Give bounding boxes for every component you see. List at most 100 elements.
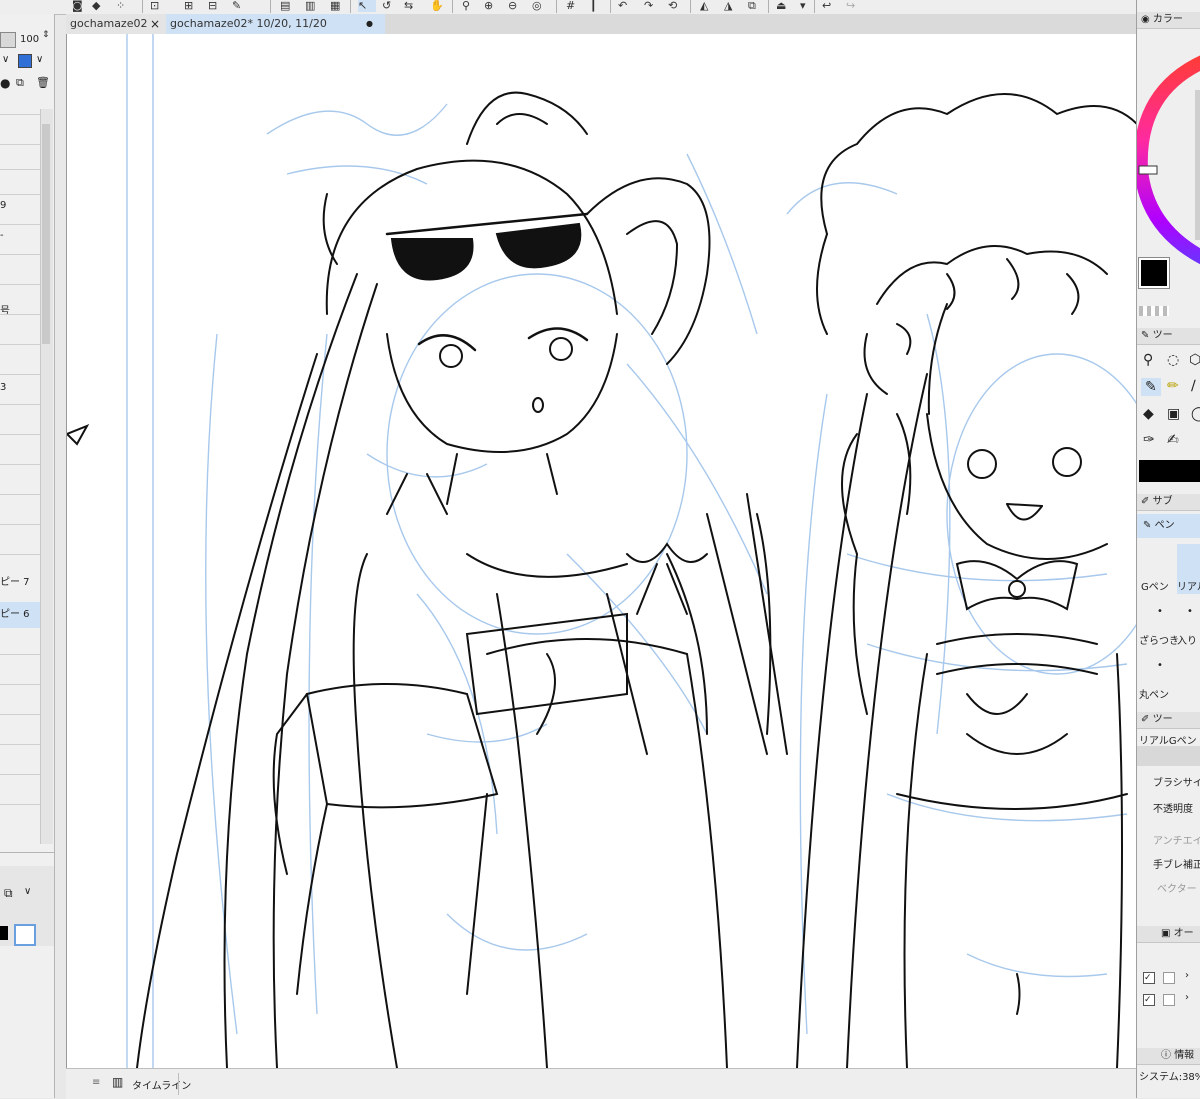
move-icon[interactable]: ⇆ bbox=[404, 0, 413, 12]
object-tool-icon[interactable]: ⬡ bbox=[1189, 352, 1200, 368]
layer-item-label: ピー 6 bbox=[0, 609, 30, 620]
flip-vertical-icon[interactable]: ◮ bbox=[724, 0, 732, 12]
selection-icon[interactable]: ⁘ bbox=[116, 0, 125, 12]
chevron-down-icon[interactable]: ∨ bbox=[24, 886, 31, 897]
property-opacity[interactable]: 不透明度 bbox=[1153, 800, 1193, 815]
rotate-left-icon[interactable]: ↶ bbox=[618, 0, 627, 12]
hand-icon[interactable]: ✋ bbox=[430, 0, 444, 12]
info-header[interactable]: ⓘ 情報 bbox=[1137, 1048, 1200, 1065]
layer-new-icon[interactable]: ▤ bbox=[280, 0, 290, 12]
main-color-swatch[interactable] bbox=[1138, 257, 1170, 289]
chevron-down-icon[interactable]: ∨ bbox=[36, 54, 43, 65]
pencil-tool-icon[interactable]: ✏ bbox=[1167, 378, 1179, 394]
color-wheel[interactable] bbox=[1137, 30, 1200, 270]
tool-property-header[interactable]: ✐ ツー bbox=[1137, 712, 1200, 729]
mirror-icon[interactable]: ⧉ bbox=[748, 0, 756, 12]
brush-rough[interactable]: ざらつき bbox=[1139, 632, 1179, 647]
brush-round-pen[interactable]: 丸ペン bbox=[1139, 686, 1169, 701]
layer-color-swatch[interactable] bbox=[18, 54, 32, 68]
brush-icon: ✐ bbox=[1141, 496, 1150, 507]
chevron-down-icon[interactable]: ∨ bbox=[2, 54, 9, 65]
layer-icon[interactable]: ◙ bbox=[72, 0, 83, 12]
close-icon[interactable]: × bbox=[150, 14, 160, 34]
zoom-in-icon[interactable]: ⊕ bbox=[484, 0, 493, 12]
layer-scrollbar-thumb[interactable] bbox=[42, 124, 50, 344]
fill-tool-icon[interactable]: ◆ bbox=[1143, 406, 1154, 422]
crop-icon[interactable]: ⊡ bbox=[150, 0, 159, 12]
modified-dot-icon: ● bbox=[366, 19, 373, 28]
property-brush-size[interactable]: ブラシサイ bbox=[1153, 774, 1200, 789]
flip-horizontal-icon[interactable]: ◭ bbox=[700, 0, 708, 12]
redo-icon[interactable]: ↪ bbox=[846, 0, 855, 12]
correction-tool-icon[interactable]: ✍ bbox=[1167, 432, 1179, 448]
auto-action-header[interactable]: ▣ オー bbox=[1137, 926, 1200, 943]
tab-gochamaze02-active[interactable]: gochamaze02* 10/20, 11/20 bbox=[166, 14, 385, 34]
auto-action-checkbox[interactable]: ✓ bbox=[1143, 994, 1155, 1006]
gradient-tool-icon[interactable]: ▣ bbox=[1167, 406, 1180, 422]
auto-action-toggle[interactable] bbox=[1163, 972, 1175, 984]
rotate-right-icon[interactable]: ↷ bbox=[644, 0, 653, 12]
opacity-stepper-icon[interactable]: ⇕ bbox=[42, 30, 50, 40]
tool-header[interactable]: ✎ ツー bbox=[1137, 328, 1200, 345]
select-tool-icon[interactable]: ↖ bbox=[358, 0, 376, 12]
layer-dash: - bbox=[0, 230, 4, 241]
info-icon: ⓘ bbox=[1161, 1050, 1171, 1061]
zoom-out-icon[interactable]: ⊖ bbox=[508, 0, 517, 12]
brush-tool-icon[interactable]: ∕ bbox=[1191, 378, 1196, 394]
eyedropper-tool-icon[interactable]: ✑ bbox=[1143, 432, 1155, 448]
grid-icon[interactable]: # bbox=[566, 0, 575, 12]
property-antialias[interactable]: アンチエイ bbox=[1153, 832, 1200, 847]
lasso-icon[interactable]: ↺ bbox=[382, 0, 391, 12]
layer-copy-icon[interactable]: ▥ bbox=[305, 0, 315, 12]
zoom-icon[interactable]: ⚲ bbox=[462, 0, 470, 12]
property-stabilization[interactable]: 手ブレ補正 bbox=[1153, 856, 1200, 871]
pen-tool-icon[interactable]: ✎ bbox=[1141, 378, 1161, 396]
property-vector[interactable]: ベクター bbox=[1157, 880, 1197, 895]
main-color-mini[interactable] bbox=[0, 926, 8, 940]
sub-color-mini[interactable] bbox=[14, 924, 36, 946]
transparent-color-swatch[interactable] bbox=[1139, 306, 1169, 316]
chevron-right-icon[interactable]: › bbox=[1185, 970, 1189, 981]
stamp-icon[interactable]: ⏏ bbox=[776, 0, 786, 12]
layer-number: 9 bbox=[0, 200, 7, 211]
brush-g-pen[interactable]: Gペン bbox=[1141, 578, 1169, 593]
right-panel: ◉ カラー ✎ ツー ⚲ ◌ ⬡ ✎ ✏ ∕ ◆ ▣ ◯ ✑ ✍ ✐ サブ ✎ bbox=[1136, 0, 1200, 1098]
opacity-slider[interactable] bbox=[0, 32, 16, 48]
brush-taper[interactable]: 入り bbox=[1177, 632, 1197, 647]
transform-icon[interactable]: ⊞ bbox=[184, 0, 193, 12]
new-layer-icon[interactable]: ⧉ bbox=[16, 76, 24, 90]
layer-view-icon[interactable]: ⧉ bbox=[4, 886, 13, 901]
menu-icon[interactable]: ≡ bbox=[92, 1077, 100, 1088]
fill-icon[interactable]: ◆ bbox=[92, 0, 100, 12]
auto-action-header-label: オー bbox=[1173, 928, 1194, 939]
opacity-value[interactable]: 100 bbox=[20, 34, 39, 45]
figure-tool-icon[interactable]: ◯ bbox=[1191, 406, 1200, 422]
timeline-tab[interactable]: タイムライン bbox=[132, 1077, 191, 1092]
sub-tool-header[interactable]: ✐ サブ bbox=[1137, 494, 1200, 511]
ruler-icon[interactable]: ┃ bbox=[590, 0, 597, 12]
color-circle-icon: ◉ bbox=[1141, 14, 1150, 25]
info-header-label: 情報 bbox=[1174, 1050, 1195, 1061]
timeline-icon[interactable]: ▥ bbox=[112, 1075, 123, 1089]
undo-icon[interactable]: ↩ bbox=[822, 0, 831, 12]
layer-item-copy-6[interactable]: ピー 6 bbox=[0, 602, 40, 628]
reset-rotation-icon[interactable]: ⟲ bbox=[668, 0, 677, 12]
zoom-tool-icon[interactable]: ⚲ bbox=[1143, 352, 1153, 368]
auto-action-checkbox[interactable]: ✓ bbox=[1143, 972, 1155, 984]
chevron-down-icon[interactable]: ▾ bbox=[800, 0, 806, 12]
pen-icon[interactable]: ✎ bbox=[232, 0, 241, 12]
sub-tool-pen[interactable]: ✎ ペン bbox=[1137, 514, 1200, 538]
lasso-tool-icon[interactable]: ◌ bbox=[1167, 352, 1179, 368]
layer-merge-icon[interactable]: ▦ bbox=[330, 0, 340, 12]
trash-icon[interactable]: 🗑 bbox=[36, 76, 50, 89]
layer-item-copy-7[interactable]: ピー 7 bbox=[0, 570, 40, 596]
grid-toggle-icon[interactable]: ⊟ bbox=[208, 0, 217, 12]
layer-mask-icon[interactable]: ● bbox=[0, 76, 10, 90]
fit-view-icon[interactable]: ◎ bbox=[532, 0, 542, 12]
auto-action-toggle[interactable] bbox=[1163, 994, 1175, 1006]
color-wheel-header[interactable]: ◉ カラー bbox=[1137, 12, 1200, 29]
drawing-canvas[interactable] bbox=[66, 34, 1137, 1068]
brush-real[interactable]: リアル bbox=[1177, 578, 1200, 593]
current-color-bar[interactable] bbox=[1139, 460, 1200, 482]
chevron-right-icon[interactable]: › bbox=[1185, 992, 1189, 1003]
